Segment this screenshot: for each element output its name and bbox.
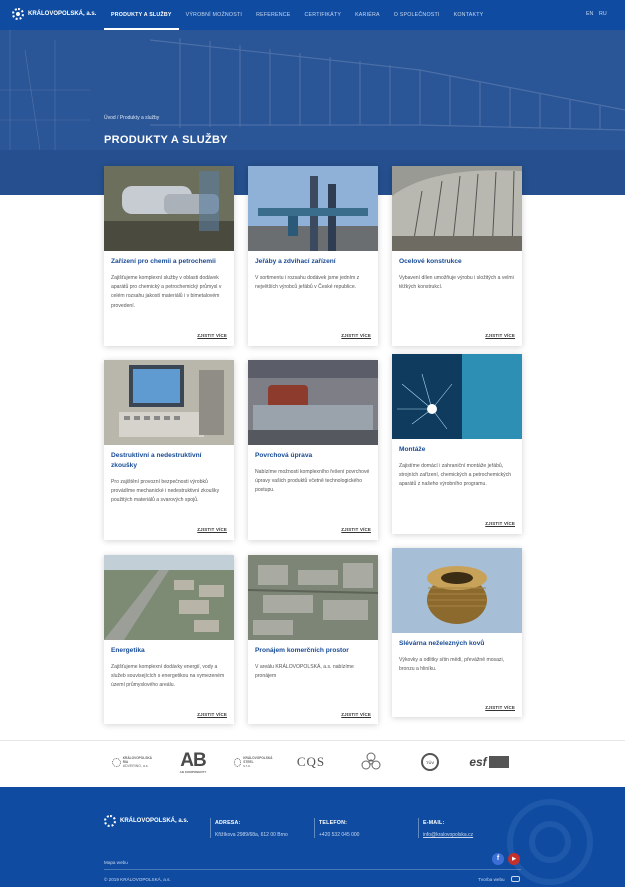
product-image-pronajem xyxy=(248,555,378,640)
product-card-jeraby[interactable]: Jeřáby a zdvihací zařízení V sortimentu … xyxy=(248,166,378,346)
product-card-zkousky[interactable]: Destruktivní a nedestruktivní zkoušky Pr… xyxy=(104,360,234,540)
product-image-zkousky xyxy=(104,360,234,445)
card-text: V areálu KRÁLOVOPOLSKÁ, a.s. nabízíme pr… xyxy=(255,664,354,680)
product-image-chemie xyxy=(104,166,234,251)
product-card-povrchova-uprava[interactable]: Povrchová úprava Nabízíme možnosti kompl… xyxy=(248,360,378,540)
product-image-montaze xyxy=(392,354,522,439)
page-title: PRODUKTY A SLUŽBY xyxy=(104,134,228,146)
agency-logo-icon xyxy=(511,876,520,882)
gear-logo-icon xyxy=(104,815,116,827)
site-footer: KRÁLOVOPOLSKÁ, a.s. ADRESA: Křižíkova 29… xyxy=(0,787,625,887)
product-card-slevarna[interactable]: Slévárna neželezných kovů Výkovky a odli… xyxy=(392,548,522,717)
email-label: E-MAIL: xyxy=(423,820,445,826)
read-more-link[interactable]: ZJISTIT VÍCE xyxy=(197,333,227,338)
card-title: Destruktivní a nedestruktivní zkoušky xyxy=(111,452,202,469)
card-title: Montáže xyxy=(399,446,426,453)
product-card-pronajem[interactable]: Pronájem komerčních prostor V areálu KRÁ… xyxy=(248,555,378,724)
menu-item-reference[interactable]: REFERENCE xyxy=(249,0,297,30)
breadcrumb[interactable]: Úvod / Produkty a služby xyxy=(104,115,159,121)
partner-logo-advering[interactable]: KRÁLOVOPOLSKÁ RIA ADVERING, a.s. xyxy=(112,748,157,776)
email-link[interactable]: info@kralovopolska.cz xyxy=(423,832,473,838)
facebook-icon[interactable]: f xyxy=(492,853,504,865)
menu-item-o-spolecnosti[interactable]: O SPOLEČNOSTI xyxy=(387,0,447,30)
menu-item-kontakty[interactable]: KONTAKTY xyxy=(447,0,491,30)
menu-item-kariera[interactable]: KARIÉRA xyxy=(348,0,387,30)
menu-item-produkty[interactable]: PRODUKTY A SLUŽBY xyxy=(104,0,179,30)
lang-ru-link[interactable]: RU xyxy=(599,0,607,30)
copyright: © 2019 KRÁLOVOPOLSKÁ, a.s. xyxy=(104,877,171,882)
read-more-link[interactable]: ZJISTIT VÍCE xyxy=(341,712,371,717)
card-title: Zařízení pro chemii a petrochemii xyxy=(111,258,216,265)
address-label: ADRESA: xyxy=(215,820,241,826)
youtube-icon[interactable]: ▶ xyxy=(508,853,520,865)
card-text: Vybavení dílen umožňuje výrobu i složitý… xyxy=(399,275,514,291)
eu-flag-icon xyxy=(488,756,509,768)
product-card-montaze[interactable]: Montáže Zajistíme domácí i zahraniční mo… xyxy=(392,354,522,534)
product-image-konstrukce xyxy=(392,166,522,251)
menu-item-certifikaty[interactable]: CERTIFIKÁTY xyxy=(298,0,349,30)
partner-logo-certification[interactable] xyxy=(358,748,384,776)
made-by-link[interactable]: Tvorba webu xyxy=(478,877,505,882)
product-image-slevarna xyxy=(392,548,522,633)
card-text: Zajistíme domácí i zahraniční montáže je… xyxy=(399,463,512,488)
logo-text: KRÁLOVOPOLSKÁ, a.s. xyxy=(28,11,97,17)
phone-label: TELEFON: xyxy=(319,820,348,826)
read-more-link[interactable]: ZJISTIT VÍCE xyxy=(197,712,227,717)
certification-seal-icon xyxy=(361,752,381,770)
read-more-link[interactable]: ZJISTIT VÍCE xyxy=(341,333,371,338)
partner-logo-tuv[interactable]: TÜV xyxy=(419,748,441,776)
gear-logo-icon xyxy=(12,8,24,20)
read-more-link[interactable]: ZJISTIT VÍCE xyxy=(485,521,515,526)
top-navigation: KRÁLOVOPOLSKÁ, a.s. PRODUKTY A SLUŽBY VÝ… xyxy=(0,0,625,30)
gear-icon xyxy=(233,757,242,767)
product-card-energetika[interactable]: Energetika Zajišťujeme komplexní dodávky… xyxy=(104,555,234,724)
read-more-link[interactable]: ZJISTIT VÍCE xyxy=(341,527,371,532)
read-more-link[interactable]: ZJISTIT VÍCE xyxy=(197,527,227,532)
card-text: Zajišťujeme komplexní dodávky energií, v… xyxy=(111,664,225,689)
partner-logo-esf[interactable]: esf xyxy=(468,748,510,776)
card-title: Pronájem komerčních prostor xyxy=(255,647,349,654)
partner-logo-cqs[interactable]: CQS xyxy=(295,748,327,776)
phone-value[interactable]: +420 532 045 000 xyxy=(319,832,359,838)
read-more-link[interactable]: ZJISTIT VÍCE xyxy=(485,705,515,710)
card-text: V sortimentu i rozsahu dodávek jsme jedn… xyxy=(255,275,360,291)
product-card-ocelove-konstrukce[interactable]: Ocelové konstrukce Vybavení dílen umožňu… xyxy=(392,166,522,346)
product-image-jeraby xyxy=(248,166,378,251)
lang-en-link[interactable]: EN xyxy=(586,0,593,30)
card-text: Výkovky a odlitky sítin mědi, převážně m… xyxy=(399,657,505,673)
card-title: Povrchová úprava xyxy=(255,452,313,459)
card-title: Jeřáby a zdvihací zařízení xyxy=(255,258,336,265)
gear-icon xyxy=(112,757,121,767)
read-more-link[interactable]: ZJISTIT VÍCE xyxy=(485,333,515,338)
partner-logo-steel[interactable]: KRÁLOVOPOLSKÁ STEEL s.r.o. xyxy=(233,748,274,776)
card-title: Slévárna neželezných kovů xyxy=(399,640,485,647)
product-image-povrchova-uprava xyxy=(248,360,378,445)
card-title: Energetika xyxy=(111,647,145,654)
address-value: Křižíkova 2989/68a, 612 00 Brno xyxy=(215,832,288,838)
card-text: Nabízíme možnosti komplexního řešení pov… xyxy=(255,469,370,494)
card-text: Pro zajištění provozní bezpečnosti výrob… xyxy=(111,479,220,504)
company-logo[interactable]: KRÁLOVOPOLSKÁ, a.s. xyxy=(12,8,96,20)
footer-logo[interactable]: KRÁLOVOPOLSKÁ, a.s. xyxy=(104,815,188,827)
card-text: Zajišťujeme komplexní služby v oblasti d… xyxy=(111,275,222,309)
main-menu: PRODUKTY A SLUŽBY VÝROBNÍ MOŽNOSTI REFER… xyxy=(104,0,490,30)
product-image-energetika xyxy=(104,555,234,640)
card-title: Ocelové konstrukce xyxy=(399,258,462,265)
sitemap-link[interactable]: Mapa webu xyxy=(104,860,128,865)
partner-logo-ab-komponenty[interactable]: AB AB KOMPONENTY xyxy=(176,748,210,776)
product-card-chemie[interactable]: Zařízení pro chemii a petrochemii Zajišť… xyxy=(104,166,234,346)
menu-item-vyrobni-moznosti[interactable]: VÝROBNÍ MOŽNOSTI xyxy=(179,0,249,30)
